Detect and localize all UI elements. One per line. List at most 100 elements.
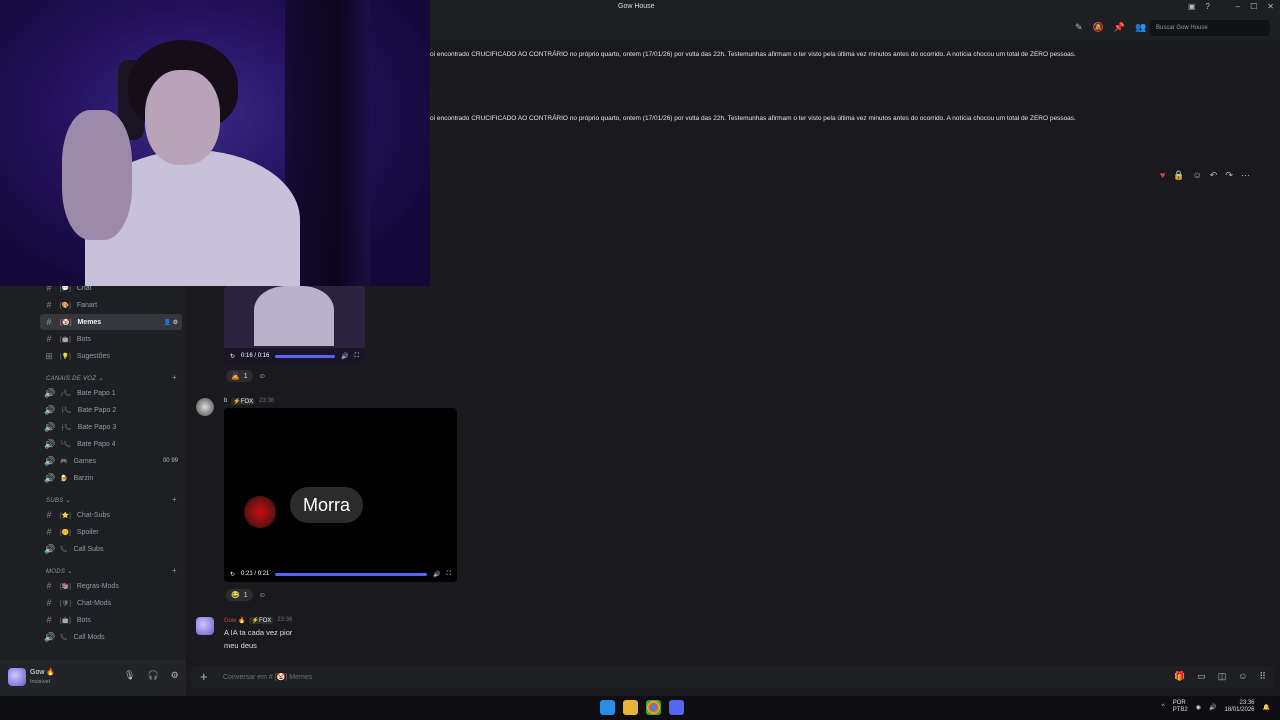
channel-sugestoes[interactable]: ⊞ [💡] Sugestões (40, 348, 182, 364)
fullscreen-icon[interactable]: ⛶ (447, 571, 451, 578)
help-icon[interactable]: ? (1206, 2, 1210, 11)
threads-icon[interactable]: ✎ (1075, 22, 1083, 33)
author-name[interactable]: Gow 🔥 (224, 617, 245, 624)
channel-name: Games (73, 457, 97, 465)
volume-icon[interactable]: 🔊 (341, 353, 348, 360)
tray-chevron-icon[interactable]: ^ (1162, 704, 1165, 710)
add-channel-icon[interactable]: + (172, 373, 177, 382)
gif-icon[interactable]: ▭ (1197, 671, 1206, 682)
settings-icon[interactable]: ⚙ (173, 320, 178, 326)
sticker-icon[interactable]: ◫ (1218, 671, 1227, 682)
maximize-button[interactable]: ☐ (1250, 2, 1257, 11)
emoji-icon: 😂 (231, 592, 240, 599)
add-channel-icon[interactable]: + (172, 566, 177, 575)
windows-start-icon[interactable] (600, 700, 615, 715)
channel-name: Fanart (76, 301, 98, 309)
channel-regras-mods[interactable]: # [📚] Regras-Mods (40, 578, 182, 594)
channel-bots[interactable]: # [🤖] Bots (40, 331, 182, 347)
category-voz[interactable]: CANAIS DE VOZ ⌄ (46, 375, 104, 382)
language-indicator[interactable]: POR PTB2 (1173, 700, 1188, 714)
wifi-icon[interactable]: ◉ (1196, 704, 1201, 711)
add-channel-icon[interactable]: + (172, 495, 177, 504)
author-name[interactable]: b (224, 398, 227, 405)
notifications-icon[interactable]: 🔔 (1263, 704, 1270, 711)
video-progress[interactable] (275, 354, 336, 358)
volume-icon[interactable]: 🔊 (433, 571, 440, 578)
message-input[interactable]: + Conversar em # [🤡] Memes 🎁 ▭ ◫ ☺ ⠿ (190, 666, 1274, 688)
heart-reaction-icon[interactable]: ♥ (1160, 170, 1165, 181)
hash-icon: # (46, 581, 52, 591)
video-player[interactable]: Morra ↻ 0:21 / 0:21 🔊 ⛶ (224, 408, 457, 582)
reaction-row: 😂 1 ☺ (226, 589, 266, 601)
inbox-icon[interactable]: ▣ (1188, 2, 1196, 11)
voice-channel-call-subs[interactable]: 🔊 📞 Call Subs (40, 541, 182, 557)
channel-name: Bate Papo 3 (77, 423, 117, 431)
more-icon[interactable]: ⋯ (1241, 170, 1250, 181)
user-name[interactable]: Gow 🔥 (30, 668, 55, 676)
voice-channel-call-mods[interactable]: 🔊 📞 Call Mods (40, 629, 182, 645)
replay-icon[interactable]: ↻ (230, 353, 235, 360)
voice-channel-barzin[interactable]: 🔊 🍺 Barzin (40, 470, 182, 486)
hash-icon: # (46, 510, 52, 520)
channel-bots-mods[interactable]: # [🤖] Bots (40, 612, 182, 628)
voice-channel[interactable]: 🔊 ╭📞 Bate Papo 1 (40, 385, 182, 401)
add-reaction-icon[interactable]: ☺ (259, 592, 266, 599)
reaction-row: 🙇 1 ☺ (226, 370, 266, 382)
channel-name: Bate Papo 2 (77, 406, 117, 414)
hash-icon: # (46, 300, 52, 310)
channel-header: ✎ 🔕 📌 👥 Buscar Gow House (430, 16, 1280, 40)
clock[interactable]: 23:36 18/01/2026 (1224, 700, 1254, 714)
microphone-icon[interactable]: 🎙 (124, 670, 135, 681)
pin-icon[interactable]: 📌 (1114, 22, 1125, 33)
minimize-button[interactable]: – (1236, 2, 1240, 11)
avatar[interactable] (196, 398, 214, 416)
file-explorer-icon[interactable] (623, 700, 638, 715)
forward-icon[interactable]: ↷ (1225, 170, 1233, 181)
search-input[interactable]: Buscar Gow House (1150, 20, 1270, 36)
close-button[interactable]: ✕ (1267, 2, 1274, 11)
channel-prefix: [🎨] (60, 302, 71, 309)
notification-icon[interactable]: 🔕 (1093, 22, 1104, 33)
speaker-icon: 🔊 (44, 438, 56, 449)
avatar[interactable] (196, 617, 214, 635)
volume-icon[interactable]: 🔊 (1209, 704, 1216, 711)
lock-icon[interactable]: 🔒 (1173, 170, 1184, 181)
add-reaction-icon[interactable]: ☺ (259, 373, 266, 380)
channel-chat-mods[interactable]: # [🛡] Chat-Mods (40, 595, 182, 611)
channel-fanart[interactable]: # [🎨] Fanart (40, 297, 182, 313)
message-input-placeholder: Conversar em # [🤡] Memes (223, 674, 313, 681)
invite-icon[interactable]: 👤 (163, 320, 170, 326)
fullscreen-icon[interactable]: ⛶ (355, 353, 359, 360)
category-subs[interactable]: SUBS ⌄ (46, 497, 71, 504)
discord-icon[interactable] (669, 700, 684, 715)
channel-chat-subs[interactable]: # [⭐] Chat-Subs (40, 507, 182, 523)
settings-icon[interactable]: ⚙ (171, 670, 179, 681)
channel-spoiler[interactable]: # [🤫] Spoiler (40, 524, 182, 540)
reaction-pill[interactable]: 🙇 1 (226, 370, 253, 382)
add-reaction-icon[interactable]: ☺ (1193, 170, 1202, 181)
voice-channel[interactable]: 🔊 ╰📞 Bate Papo 4 (40, 436, 182, 452)
replay-icon[interactable]: ↻ (230, 571, 235, 578)
gift-icon[interactable]: 🎁 (1174, 671, 1185, 682)
headphones-icon[interactable]: 🎧 (147, 670, 158, 681)
attach-plus-icon[interactable]: + (200, 669, 208, 684)
channel-name: Bots (76, 616, 91, 624)
emoji-icon[interactable]: ☺ (1238, 671, 1247, 682)
voice-channel[interactable]: 🔊 ├📞 Bate Papo 2 (40, 402, 182, 418)
video-player[interactable]: ↻ 0:16 / 0:16 🔊 ⛶ (224, 286, 365, 364)
channel-memes[interactable]: # [🤡] Memes 👤 ⚙ (40, 314, 182, 330)
hash-icon: # (46, 317, 52, 327)
voice-channel-games[interactable]: 🔊 🎮 Games 00 99 (40, 453, 182, 469)
members-icon[interactable]: 👥 (1135, 22, 1146, 33)
video-progress[interactable] (275, 572, 428, 576)
category-mods[interactable]: MODS ⌄ (46, 568, 73, 575)
video-time: 0:21 / 0:21 (241, 571, 270, 577)
user-status: Invisível (30, 679, 50, 685)
reply-icon[interactable]: ↶ (1210, 170, 1218, 181)
apps-icon[interactable]: ⠿ (1259, 671, 1266, 682)
reaction-pill[interactable]: 😂 1 (226, 589, 253, 601)
user-avatar[interactable] (8, 668, 26, 686)
chrome-icon[interactable] (646, 700, 661, 715)
channel-prefix: 🍺 (60, 475, 68, 482)
voice-channel[interactable]: 🔊 ├📞 Bate Papo 3 (40, 419, 182, 435)
